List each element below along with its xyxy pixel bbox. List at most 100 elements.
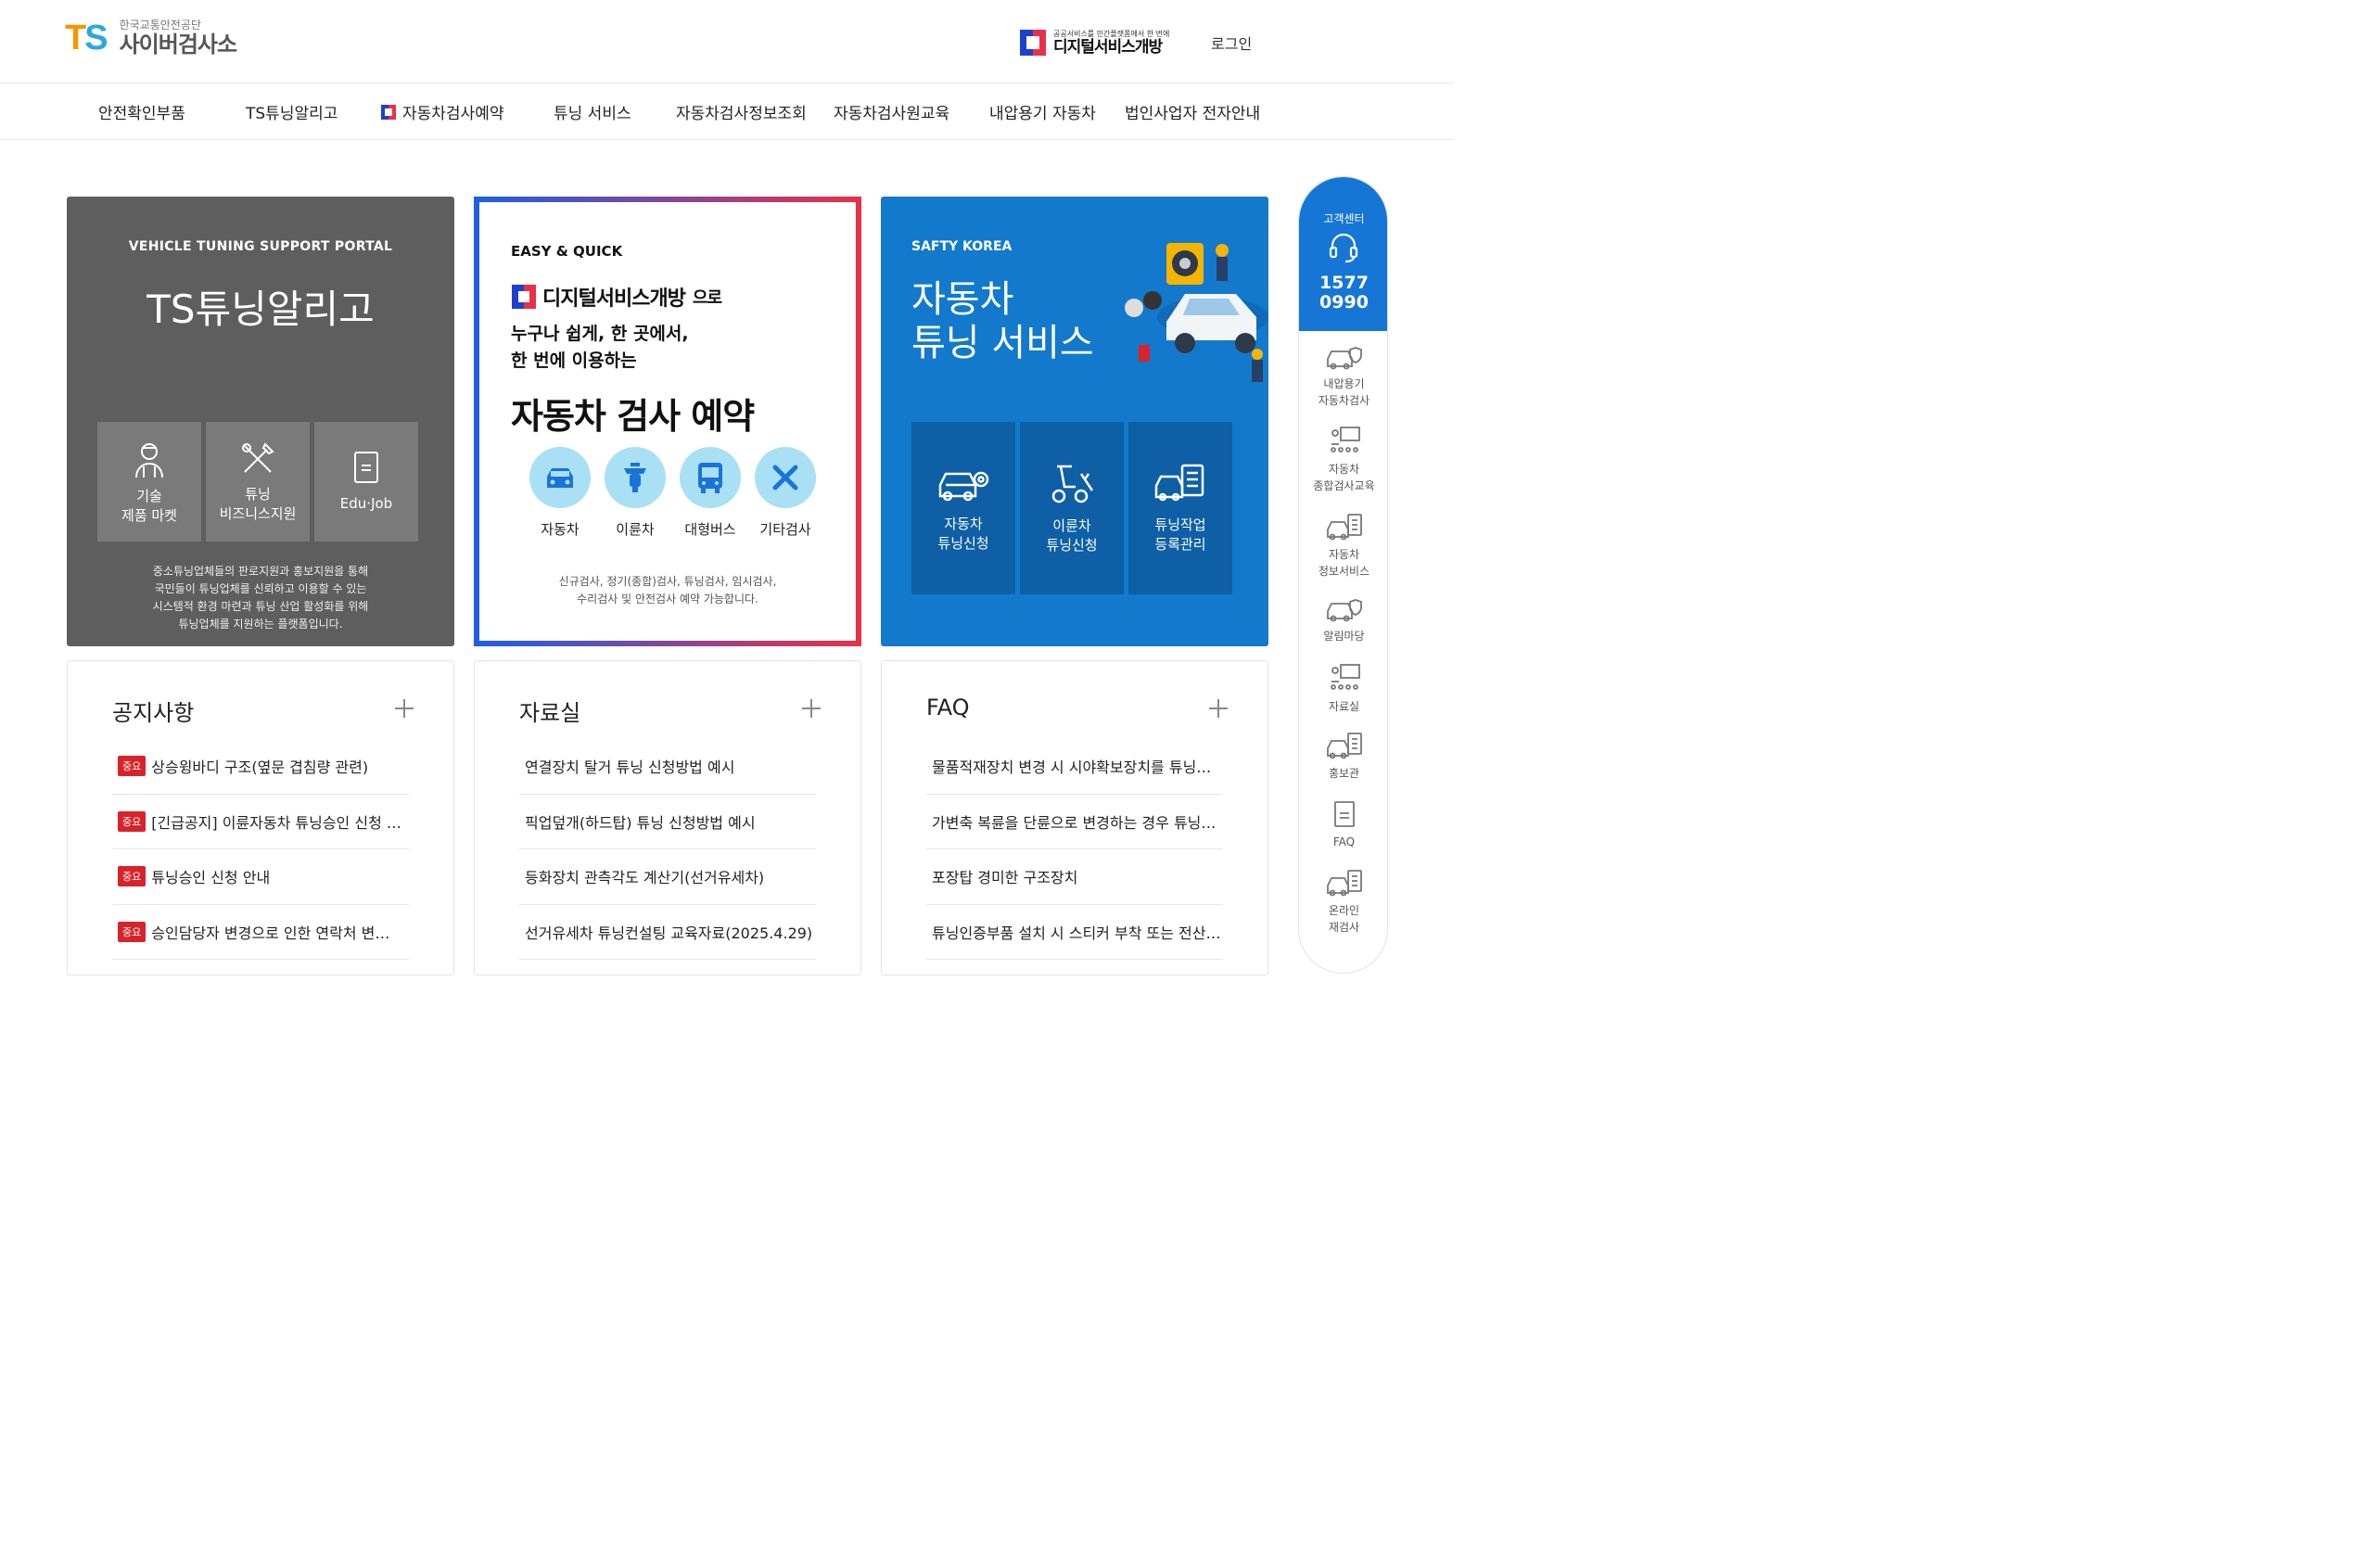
circle-label: 자동차: [541, 521, 580, 538]
nav-item-corporate-notice[interactable]: 법인사업자 전자안내: [1125, 100, 1260, 123]
desc-line: 시스템적 환경 마련과 튜닝 산업 활성화를 위해: [152, 600, 369, 613]
card-title: 자동차 검사 예약: [511, 396, 755, 437]
site-header: TS 한국교통안전공단 사이버검사소 공공서비스를 민간플랫폼에서 한 번에 디…: [0, 0, 1454, 83]
nav-item-safety-parts[interactable]: 안전확인부품: [98, 100, 185, 123]
list-item[interactable]: 선거유세차 튜닝컨설팅 교육자료(2025.4.29): [519, 905, 816, 960]
board-list: 연결장치 탈거 튜닝 신청방법 예시 픽업덮개(하드탑) 튜닝 신청방법 예시 …: [519, 739, 816, 960]
list-item[interactable]: 중요 승인담당자 변경으로 인한 연락처 변…: [112, 905, 409, 960]
motorcycle-tuning-apply-button[interactable]: 이륜차 튜닝신청: [1020, 422, 1124, 594]
side-item-label: 정보서비스: [1318, 565, 1370, 578]
board-title[interactable]: 공지사항: [112, 695, 194, 727]
nav-item-pressure-vessel[interactable]: 내압용기 자동차: [989, 100, 1096, 123]
side-item-label: 알림마당: [1323, 630, 1365, 643]
list-item[interactable]: 등화장치 관측각도 계산기(선거유세차): [519, 849, 816, 905]
list-item-text: 선거유세차 튜닝컨설팅 교육자료(2025.4.29): [525, 924, 813, 942]
digital-service-badge[interactable]: 공공서비스를 민간플랫폼에서 한 번에 디지털서비스개방: [1018, 28, 1169, 57]
car-shield-icon: [1326, 599, 1362, 622]
mechanic-icon: [135, 442, 163, 478]
plus-icon[interactable]: [394, 698, 414, 719]
ds-suffix: 으로: [692, 288, 722, 308]
list-item-text: 가변축 복륜을 단륜으로 변경하는 경우 튜닝…: [932, 813, 1217, 832]
nav-item-inspection-info[interactable]: 자동차검사정보조회: [676, 100, 807, 123]
list-item[interactable]: 중요 튜닝승인 신청 안내: [112, 849, 409, 905]
tile-label-line2: 튜닝신청: [1046, 537, 1098, 554]
phone-part: 0990: [1319, 292, 1369, 312]
edu-job-button[interactable]: Edu·Job: [314, 422, 418, 542]
side-item-info-service[interactable]: 자동차 정보서비스: [1299, 513, 1387, 580]
login-link[interactable]: 로그인: [1211, 32, 1252, 54]
tile-label-line2: 등록관리: [1154, 536, 1206, 553]
side-item-pressure-vessel[interactable]: 내압용기 자동차검사: [1299, 344, 1387, 409]
list-item[interactable]: 튜닝인증부품 설치 시 스티커 부착 또는 전산…: [926, 905, 1223, 960]
list-item[interactable]: 중요 상승윙바디 구조(옆문 겹침량 관련): [112, 739, 409, 795]
card-subtitle: EASY & QUICK: [511, 243, 623, 260]
circle-label: 대형버스: [684, 521, 736, 538]
list-item-text: [긴급공지] 이륜자동차 튜닝승인 신청 …: [151, 813, 401, 832]
car-tuning-apply-button[interactable]: 자동차 튜닝신청: [911, 422, 1015, 594]
desc-line: 중소튜닝업체들의 판로지원과 홍보지원을 통해: [152, 565, 369, 578]
list-item-text: 물품적재장치 변경 시 시야확보장치를 튜닝…: [932, 759, 1212, 777]
plus-icon[interactable]: [801, 698, 822, 719]
nav-item-inspection-reservation[interactable]: 자동차검사예약: [380, 100, 503, 123]
side-item-faq[interactable]: FAQ: [1299, 800, 1387, 850]
car-gear-icon: [938, 471, 989, 502]
nav-item-tuning-service[interactable]: 튜닝 서비스: [554, 100, 631, 123]
nav-item-ts-tuning[interactable]: TS튜닝알리고: [246, 100, 338, 123]
tuning-business-support-button[interactable]: 튜닝 비즈니스지원: [206, 422, 310, 542]
plus-icon[interactable]: [1208, 698, 1229, 719]
side-item-notice[interactable]: 알림마당: [1299, 596, 1387, 644]
nav-item-inspector-education[interactable]: 자동차검사원교육: [834, 100, 949, 123]
ts-cyber-logo[interactable]: TS 한국교통안전공단 사이버검사소: [65, 19, 237, 57]
other-inspection-button[interactable]: 기타검사: [754, 447, 817, 539]
important-badge: 중요: [118, 866, 147, 887]
lead-line: 누구나 쉽게, 한 곳에서,: [511, 324, 689, 344]
inspection-reservation-card: EASY & QUICK 디지털서비스개방 으로 누구나 쉽게, 한 곳에서, …: [474, 197, 861, 646]
important-badge: 중요: [118, 756, 147, 777]
tech-product-market-button[interactable]: 기술 제품 마켓: [97, 422, 201, 542]
car-checklist-icon: [1154, 464, 1204, 502]
card-description: 중소튜닝업체들의 판로지원과 홍보지원을 통해 국민들이 튜닝업체를 신뢰하고 …: [67, 563, 454, 633]
list-item[interactable]: 연결장치 탈거 튜닝 신청방법 예시: [519, 739, 816, 795]
bus-inspection-button[interactable]: 대형버스: [679, 447, 742, 539]
board-list: 물품적재장치 변경 시 시야확보장치를 튜닝… 가변축 복륜을 단륜으로 변경하…: [926, 739, 1223, 960]
car-checklist-icon: [1326, 514, 1362, 541]
list-item[interactable]: 중요 [긴급공지] 이륜자동차 튜닝승인 신청 …: [112, 795, 409, 849]
tile-label-line2: 비즈니스지원: [219, 504, 297, 522]
list-item[interactable]: 가변축 복륜을 단륜으로 변경하는 경우 튜닝…: [926, 795, 1223, 849]
side-item-label: 내압용기: [1323, 377, 1365, 390]
desc-line: 수리검사 및 안전검사 예약 가능합니다.: [577, 593, 758, 606]
list-item[interactable]: 픽업덮개(하드탑) 튜닝 신청방법 예시: [519, 795, 816, 849]
car-inspection-button[interactable]: 자동차: [529, 447, 592, 539]
board-title[interactable]: FAQ: [926, 695, 970, 720]
card-title[interactable]: TS튜닝알리고: [67, 278, 454, 335]
ts-logo-mark: TS: [65, 19, 108, 57]
side-item-online-reinspection[interactable]: 온라인 재검사: [1299, 869, 1387, 936]
notice-board: 공지사항 중요 상승윙바디 구조(옆문 겹침량 관련) 중요 [긴급공지] 이륜자동…: [67, 660, 454, 975]
desc-line: 신규검사, 정기(종합)검사, 튜닝검사, 임시검사,: [558, 575, 777, 588]
logo-title: 사이버검사소: [119, 32, 237, 57]
list-item-text: 승인담당자 변경으로 인한 연락처 변…: [151, 924, 390, 942]
desc-line: 국민들이 튜닝업체를 신뢰하고 이용할 수 있는: [154, 582, 367, 595]
tile-label-line1: 기술: [136, 487, 162, 504]
classroom-icon: [1330, 427, 1360, 453]
motorcycle-inspection-button[interactable]: 이륜차: [604, 447, 667, 539]
tuning-work-register-button[interactable]: 튜닝작업 등록관리: [1128, 422, 1232, 594]
desc-line: 튜닝업체를 지원하는 플랫폼입니다.: [178, 618, 343, 631]
circle-label: 이륜차: [616, 521, 655, 538]
list-item-text: 포장탑 경미한 구조장치: [932, 869, 1078, 887]
side-item-archive[interactable]: 자료실: [1299, 663, 1387, 715]
side-item-education[interactable]: 자동차 종합검사교육: [1299, 426, 1387, 494]
list-item-text: 상승윙바디 구조(옆문 겹침량 관련): [151, 759, 369, 777]
motorcycle-icon: [624, 463, 646, 492]
bus-icon: [698, 463, 722, 493]
card-title[interactable]: 자동차 튜닝 서비스: [911, 278, 1094, 365]
list-item[interactable]: 포장탑 경미한 구조장치: [926, 849, 1223, 905]
list-item-text: 픽업덮개(하드탑) 튜닝 신청방법 예시: [525, 813, 756, 832]
list-item[interactable]: 물품적재장치 변경 시 시야확보장치를 튜닝…: [926, 739, 1223, 795]
customer-center[interactable]: 고객센터 1577 0990: [1299, 177, 1387, 331]
list-item-text: 튜닝승인 신청 안내: [151, 869, 271, 887]
side-item-pr[interactable]: 홍보관: [1299, 732, 1387, 782]
board-list: 중요 상승윙바디 구조(옆문 겹침량 관련) 중요 [긴급공지] 이륜자동차 튜닝승…: [112, 739, 409, 960]
board-title[interactable]: 자료실: [519, 695, 580, 727]
list-item-text: 튜닝인증부품 설치 시 스티커 부착 또는 전산…: [932, 924, 1221, 942]
